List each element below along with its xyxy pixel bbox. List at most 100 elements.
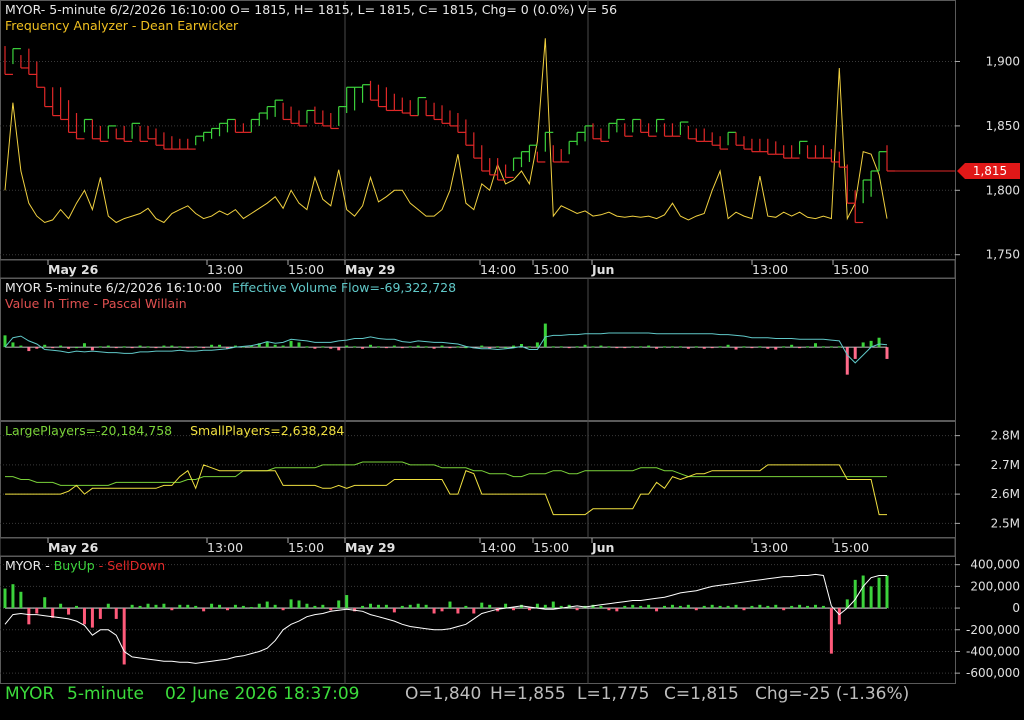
bs-bar <box>313 605 317 609</box>
bs-bar <box>837 608 841 625</box>
bs-bar <box>154 604 158 609</box>
evf-bar <box>742 346 746 348</box>
bs-bar <box>210 603 214 609</box>
time-axis-label: May 29 <box>345 262 395 277</box>
buyup-selldown-header: MYOR - BuyUp - SellDown <box>5 558 165 573</box>
players-tick-label: 2.8M <box>991 429 1020 443</box>
status-bar: MYOR 5-minute 02 June 2026 18:37:09 O=1,… <box>0 684 1024 708</box>
bs-bar <box>122 608 126 665</box>
evf-bar <box>766 347 770 349</box>
buyup-selldown-panel[interactable]: 400,000200,0000-200,000-400,000-600,000 … <box>3 558 1021 680</box>
evf-bar <box>384 347 388 349</box>
evf-bar <box>551 346 555 348</box>
evf-bar <box>782 346 786 348</box>
effective-volume-flow-panel[interactable]: MYOR 5-minute 6/2/2026 16:10:00 Effectiv… <box>3 280 889 375</box>
bs-bar <box>813 604 817 609</box>
evf-bar <box>575 346 579 348</box>
value-in-time-label: Value In Time - Pascal Willain <box>5 296 187 311</box>
time-axis-label: 14:00 <box>480 540 516 555</box>
evf-bar <box>464 347 468 349</box>
players-axis: 2.8M 2.7M 2.6M 2.5M <box>955 429 1020 530</box>
evf-bar <box>718 346 722 348</box>
bs-bar <box>726 605 730 609</box>
bs-bar <box>265 601 269 609</box>
evf-bar <box>281 345 285 348</box>
bs-bar <box>114 608 118 619</box>
evf-bar <box>615 347 619 349</box>
price-panel[interactable]: 1,900 1,850 1,800 1,750 1,815 MYOR- 5-minut… <box>4 2 1020 262</box>
frequency-line <box>4 38 888 224</box>
players-panel[interactable]: 2.8M 2.7M 2.6M 2.5M LargePlayers=-20,184,75… <box>5 423 1020 530</box>
evf-bar <box>321 346 325 348</box>
bs-bar <box>432 608 436 614</box>
evf-bar <box>19 345 23 348</box>
trading-chart-window: 1,900 1,850 1,800 1,750 1,815 MYOR- 5-minut… <box>0 0 1024 720</box>
time-axis-label: May 29 <box>345 540 395 555</box>
bs-bar <box>392 608 396 613</box>
evf-bar <box>98 346 102 348</box>
evf-bar <box>313 347 317 349</box>
small-players-label: SmallPlayers=2,638,284 <box>190 423 344 438</box>
bs-cumulative-line <box>4 573 887 664</box>
bs-bar <box>702 605 706 609</box>
evf-bar <box>567 347 571 349</box>
evf-bar <box>297 342 301 348</box>
evf-panel-header: MYOR 5-minute 6/2/2026 16:10:00 Effectiv… <box>5 280 456 295</box>
bs-bar <box>790 605 794 609</box>
bs-bar <box>464 605 468 609</box>
bs-bar <box>82 608 86 625</box>
buyup-selldown-line <box>4 573 887 664</box>
time-axis-band <box>0 259 956 279</box>
price-tick-label: 1,900 <box>986 55 1020 69</box>
frequency-analyzer-series <box>4 38 888 224</box>
evf-bar <box>535 342 539 348</box>
bs-bar <box>742 608 746 611</box>
evf-bar <box>885 347 889 359</box>
bs-bar <box>249 606 253 609</box>
price-tick-label: 1,850 <box>986 119 1020 133</box>
evf-bar <box>210 344 214 348</box>
evf-bar <box>376 346 380 348</box>
price-tick-label: 1,800 <box>986 183 1020 197</box>
bs-bar <box>631 604 635 609</box>
time-axis-label: 13:00 <box>207 262 243 277</box>
bs-bar <box>599 605 603 609</box>
bs-bar <box>718 605 722 609</box>
evf-bar <box>456 346 460 348</box>
bs-bar <box>202 608 206 612</box>
evf-bar <box>75 347 79 349</box>
evf-bar <box>599 345 603 348</box>
buyup-selldown-axis: 400,000 200,000 0 -200,000 -400,000 -600,000 <box>955 558 1020 680</box>
bs-bar <box>782 608 786 611</box>
evf-bar <box>424 346 428 348</box>
bs-tick-label: 200,000 <box>970 579 1020 593</box>
bs-bar <box>543 604 547 609</box>
evf-bar <box>806 346 810 348</box>
bs-bar <box>440 608 444 612</box>
evf-bar <box>337 347 341 351</box>
evf-bar <box>345 345 349 348</box>
bs-tick-label: -200,000 <box>966 623 1020 637</box>
evf-bar <box>106 345 110 348</box>
evf-bar <box>686 347 690 349</box>
bs-bar <box>194 605 198 609</box>
evf-bar <box>194 346 198 348</box>
evf-bar <box>218 344 222 348</box>
bs-bar <box>337 600 341 609</box>
bs-bar <box>241 605 245 609</box>
bs-bar <box>408 604 412 609</box>
last-price-tag: 1,815 <box>957 162 1020 179</box>
bs-bar <box>11 584 15 609</box>
bs-bar <box>19 591 23 609</box>
bs-bar <box>106 603 110 609</box>
bs-bar <box>647 604 651 609</box>
bs-bar <box>615 608 619 612</box>
bs-bar <box>130 604 134 609</box>
time-axis-label: 15:00 <box>533 540 569 555</box>
price-bars-series <box>4 46 955 224</box>
evf-bar <box>353 346 357 348</box>
chart-canvas[interactable]: 1,900 1,850 1,800 1,750 1,815 MYOR- 5-minut… <box>0 0 1024 684</box>
evf-bar <box>361 347 365 349</box>
bs-bar <box>758 604 762 609</box>
evf-bar <box>710 347 714 349</box>
